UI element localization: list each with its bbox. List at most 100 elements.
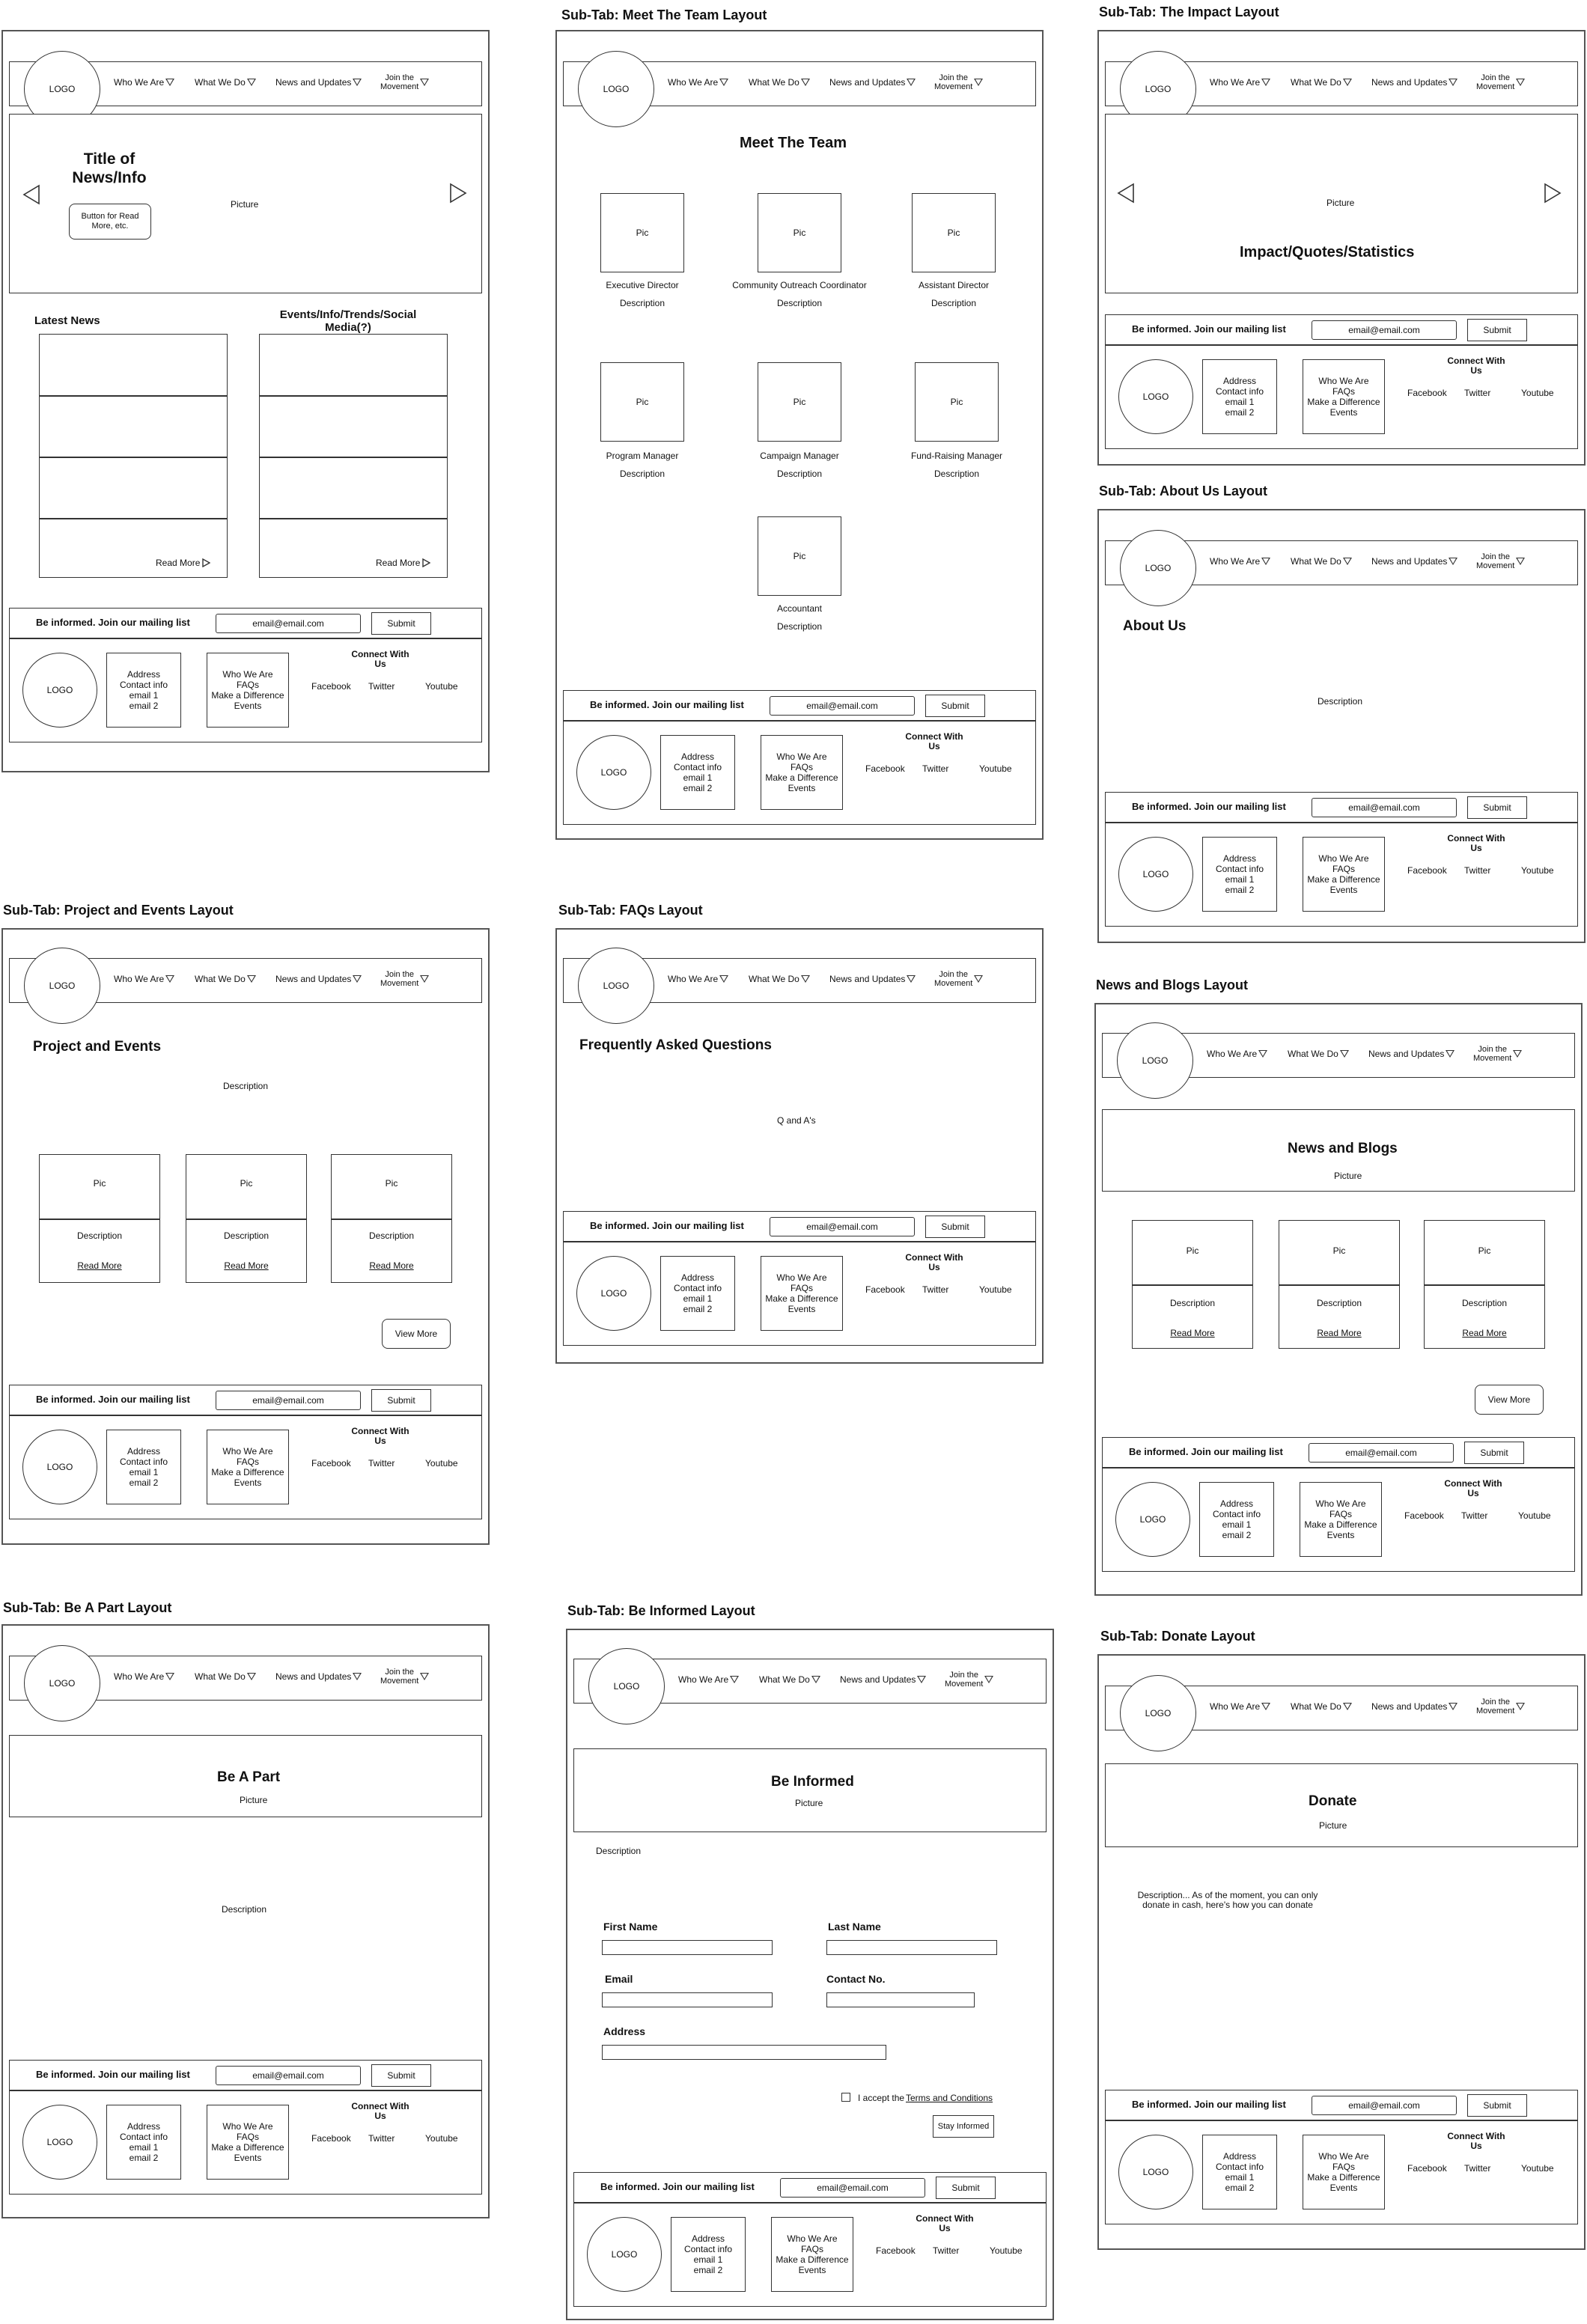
projects-logo[interactable]: LOGO <box>24 948 100 1024</box>
informed-nav-news[interactable]: News and Updates <box>840 1675 927 1684</box>
home-mailing-submit[interactable]: Submit <box>371 612 431 635</box>
home-nav-what[interactable]: What We Do <box>195 78 256 87</box>
about-mailing-submit[interactable]: Submit <box>1467 796 1527 819</box>
donate-facebook-link[interactable]: Facebook <box>1407 2163 1447 2174</box>
impact-twitter-link[interactable]: Twitter <box>1464 388 1490 398</box>
impact-mailing-submit[interactable]: Submit <box>1467 319 1527 341</box>
donate-nav-news[interactable]: News and Updates <box>1371 1702 1458 1711</box>
faqs-footer-links[interactable]: Who We Are FAQs Make a Difference Events <box>761 1256 843 1331</box>
faqs-twitter-link[interactable]: Twitter <box>922 1284 948 1295</box>
bepart-mailing-submit[interactable]: Submit <box>371 2064 431 2087</box>
bepart-facebook-link[interactable]: Facebook <box>311 2133 351 2144</box>
project-card-read-more[interactable]: Read More <box>186 1260 307 1271</box>
informed-footer-links[interactable]: Who We Are FAQs Make a Difference Events <box>771 2217 853 2292</box>
informed-email-input[interactable] <box>602 1992 773 2007</box>
informed-address-input[interactable] <box>602 2045 886 2060</box>
team-facebook-link[interactable]: Facebook <box>865 763 905 774</box>
projects-mailing-submit[interactable]: Submit <box>371 1389 431 1412</box>
team-nav-who[interactable]: Who We Are <box>668 78 729 87</box>
informed-facebook-link[interactable]: Facebook <box>876 2245 916 2256</box>
donate-nav-who[interactable]: Who We Are <box>1210 1702 1271 1711</box>
faqs-nav-who[interactable]: Who We Are <box>668 975 729 983</box>
about-footer-links[interactable]: Who We Are FAQs Make a Difference Events <box>1303 837 1385 912</box>
about-logo[interactable]: LOGO <box>1120 530 1196 606</box>
informed-logo[interactable]: LOGO <box>588 1648 665 1724</box>
projects-nav-who[interactable]: Who We Are <box>114 975 175 983</box>
faqs-mailing-email[interactable]: email@email.com <box>770 1217 915 1236</box>
project-card-read-more[interactable]: Read More <box>39 1260 160 1271</box>
bepart-logo[interactable]: LOGO <box>24 1645 100 1721</box>
donate-nav-join[interactable]: Join the Movement <box>1476 1698 1526 1715</box>
donate-twitter-link[interactable]: Twitter <box>1464 2163 1490 2174</box>
about-youtube-link[interactable]: Youtube <box>1521 865 1554 876</box>
team-nav-what[interactable]: What We Do <box>749 78 810 87</box>
news-view-more[interactable]: View More <box>1475 1385 1544 1415</box>
impact-prev-arrow[interactable] <box>1117 183 1135 204</box>
informed-nav-who[interactable]: Who We Are <box>678 1675 740 1684</box>
projects-facebook-link[interactable]: Facebook <box>311 1458 351 1468</box>
home-mailing-email[interactable]: email@email.com <box>216 614 361 633</box>
informed-twitter-link[interactable]: Twitter <box>933 2245 959 2256</box>
projects-youtube-link[interactable]: Youtube <box>425 1458 458 1468</box>
about-facebook-link[interactable]: Facebook <box>1407 865 1447 876</box>
about-nav-news[interactable]: News and Updates <box>1371 557 1458 566</box>
impact-facebook-link[interactable]: Facebook <box>1407 388 1447 398</box>
impact-mailing-email[interactable]: email@email.com <box>1312 320 1457 340</box>
bepart-mailing-email[interactable]: email@email.com <box>216 2066 361 2085</box>
faqs-logo[interactable]: LOGO <box>578 948 654 1024</box>
bepart-twitter-link[interactable]: Twitter <box>368 2133 395 2144</box>
home-news-list-read-more[interactable]: Read More <box>156 558 211 567</box>
news-nav-news[interactable]: News and Updates <box>1368 1049 1455 1058</box>
about-mailing-email[interactable]: email@email.com <box>1312 798 1457 817</box>
news-mailing-submit[interactable]: Submit <box>1464 1442 1524 1464</box>
news-logo[interactable]: LOGO <box>1117 1022 1193 1099</box>
faqs-nav-join[interactable]: Join the Movement <box>934 970 984 988</box>
impact-footer-links[interactable]: Who We Are FAQs Make a Difference Events <box>1303 359 1385 434</box>
home-facebook-link[interactable]: Facebook <box>311 681 351 692</box>
team-footer-links[interactable]: Who We Are FAQs Make a Difference Events <box>761 735 843 810</box>
bepart-nav-news[interactable]: News and Updates <box>275 1672 362 1681</box>
projects-footer-links[interactable]: Who We Are FAQs Make a Difference Events <box>207 1430 289 1504</box>
news-nav-who[interactable]: Who We Are <box>1207 1049 1268 1058</box>
project-card-read-more[interactable]: Read More <box>331 1260 452 1271</box>
donate-footer-links[interactable]: Who We Are FAQs Make a Difference Events <box>1303 2135 1385 2209</box>
team-mailing-submit[interactable]: Submit <box>925 695 985 717</box>
faqs-nav-what[interactable]: What We Do <box>749 975 810 983</box>
informed-contact-input[interactable] <box>826 1992 975 2007</box>
informed-stay-button[interactable]: Stay Informed <box>933 2115 994 2138</box>
informed-nav-what[interactable]: What We Do <box>759 1675 820 1684</box>
donate-mailing-submit[interactable]: Submit <box>1467 2094 1527 2117</box>
impact-nav-news[interactable]: News and Updates <box>1371 78 1458 87</box>
projects-view-more[interactable]: View More <box>382 1319 451 1349</box>
informed-accept-checkbox[interactable] <box>841 2093 850 2102</box>
projects-nav-join[interactable]: Join the Movement <box>380 970 430 988</box>
projects-nav-news[interactable]: News and Updates <box>275 975 362 983</box>
bepart-nav-who[interactable]: Who We Are <box>114 1672 175 1681</box>
news-card-read-more[interactable]: Read More <box>1132 1328 1253 1338</box>
impact-nav-join[interactable]: Join the Movement <box>1476 73 1526 91</box>
home-youtube-link[interactable]: Youtube <box>425 681 458 692</box>
about-nav-what[interactable]: What We Do <box>1291 557 1352 566</box>
faqs-mailing-submit[interactable]: Submit <box>925 1216 985 1238</box>
news-youtube-link[interactable]: Youtube <box>1518 1510 1551 1521</box>
bepart-youtube-link[interactable]: Youtube <box>425 2133 458 2144</box>
news-nav-join[interactable]: Join the Movement <box>1473 1045 1523 1063</box>
bepart-footer-links[interactable]: Who We Are FAQs Make a Difference Events <box>207 2105 289 2180</box>
donate-logo[interactable]: LOGO <box>1120 1675 1196 1751</box>
informed-youtube-link[interactable]: Youtube <box>990 2245 1023 2256</box>
about-nav-who[interactable]: Who We Are <box>1210 557 1271 566</box>
informed-first-name-input[interactable] <box>602 1940 773 1955</box>
home-twitter-link[interactable]: Twitter <box>368 681 395 692</box>
team-twitter-link[interactable]: Twitter <box>922 763 948 774</box>
home-footer-links[interactable]: Who We Are FAQs Make a Difference Events <box>207 653 289 728</box>
bepart-nav-what[interactable]: What We Do <box>195 1672 256 1681</box>
about-twitter-link[interactable]: Twitter <box>1464 865 1490 876</box>
informed-nav-join[interactable]: Join the Movement <box>945 1671 994 1689</box>
news-card-read-more[interactable]: Read More <box>1424 1328 1545 1338</box>
informed-terms-link[interactable]: Terms and Conditions <box>906 2093 993 2103</box>
donate-mailing-email[interactable]: email@email.com <box>1312 2096 1457 2115</box>
news-footer-links[interactable]: Who We Are FAQs Make a Difference Events <box>1300 1482 1382 1557</box>
faqs-facebook-link[interactable]: Facebook <box>865 1284 905 1295</box>
home-nav-who[interactable]: Who We Are <box>114 78 175 87</box>
team-mailing-email[interactable]: email@email.com <box>770 696 915 716</box>
